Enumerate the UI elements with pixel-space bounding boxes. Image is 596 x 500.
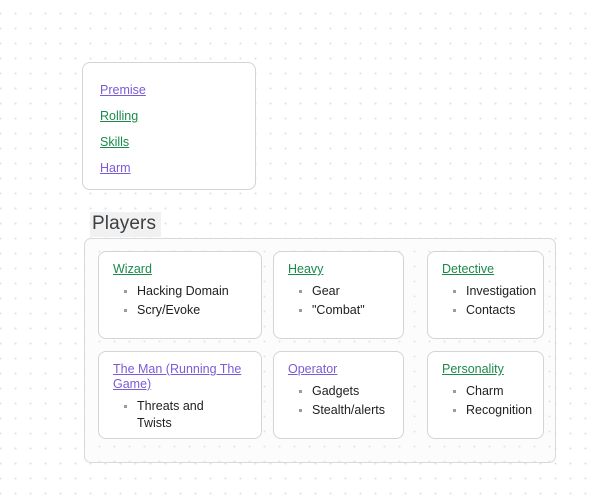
player-card-detective: Detective Investigation Contacts: [427, 251, 544, 339]
nav-link-rolling[interactable]: Rolling: [100, 109, 138, 123]
player-card-wizard: Wizard Hacking Domain Scry/Evoke: [98, 251, 262, 339]
trait-list: Investigation Contacts: [428, 283, 543, 319]
trait-item: "Combat": [299, 302, 397, 319]
nav-link-premise[interactable]: Premise: [100, 83, 146, 97]
trait-item: Scry/Evoke: [124, 302, 255, 319]
nav-item-rolling: Rolling: [83, 103, 255, 129]
nav-card: Premise Rolling Skills Harm: [82, 62, 256, 190]
trait-item: Stealth/alerts: [299, 402, 397, 419]
players-container: Wizard Hacking Domain Scry/Evoke Heavy G…: [84, 238, 556, 463]
trait-item: Contacts: [453, 302, 537, 319]
nav-link-skills[interactable]: Skills: [100, 135, 129, 149]
player-card-the-man: The Man (Running The Game) Threats and T…: [98, 351, 262, 439]
trait-item: Charm: [453, 383, 537, 400]
player-card-personality: Personality Charm Recognition: [427, 351, 544, 439]
nav-item-premise: Premise: [83, 77, 255, 103]
trait-list: Gadgets Stealth/alerts: [274, 383, 403, 419]
player-card-operator: Operator Gadgets Stealth/alerts: [273, 351, 404, 439]
trait-item: Gear: [299, 283, 397, 300]
player-card-title-heavy[interactable]: Heavy: [288, 262, 398, 277]
player-card-title-the-man[interactable]: The Man (Running The Game): [113, 362, 261, 392]
nav-link-harm[interactable]: Harm: [100, 161, 131, 175]
trait-item: Investigation: [453, 283, 537, 300]
trait-item: Gadgets: [299, 383, 397, 400]
nav-item-harm: Harm: [83, 155, 255, 181]
players-section-heading: Players: [90, 212, 162, 237]
trait-list: Hacking Domain Scry/Evoke: [99, 283, 261, 319]
player-card-title-operator[interactable]: Operator: [288, 362, 398, 377]
nav-link-list: Premise Rolling Skills Harm: [83, 77, 255, 181]
player-row: The Man (Running The Game) Threats and T…: [85, 351, 555, 439]
trait-list: Gear "Combat": [274, 283, 403, 319]
player-card-title-detective[interactable]: Detective: [442, 262, 543, 277]
trait-item: Hacking Domain: [124, 283, 255, 300]
trait-list: Threats and Twists: [99, 398, 261, 432]
trait-item: Threats and Twists: [124, 398, 255, 432]
player-row: Wizard Hacking Domain Scry/Evoke Heavy G…: [85, 251, 555, 339]
player-card-heavy: Heavy Gear "Combat": [273, 251, 404, 339]
trait-list: Charm Recognition: [428, 383, 543, 419]
player-card-title-personality[interactable]: Personality: [442, 362, 543, 377]
player-card-title-wizard[interactable]: Wizard: [113, 262, 261, 277]
trait-item: Recognition: [453, 402, 537, 419]
nav-item-skills: Skills: [83, 129, 255, 155]
